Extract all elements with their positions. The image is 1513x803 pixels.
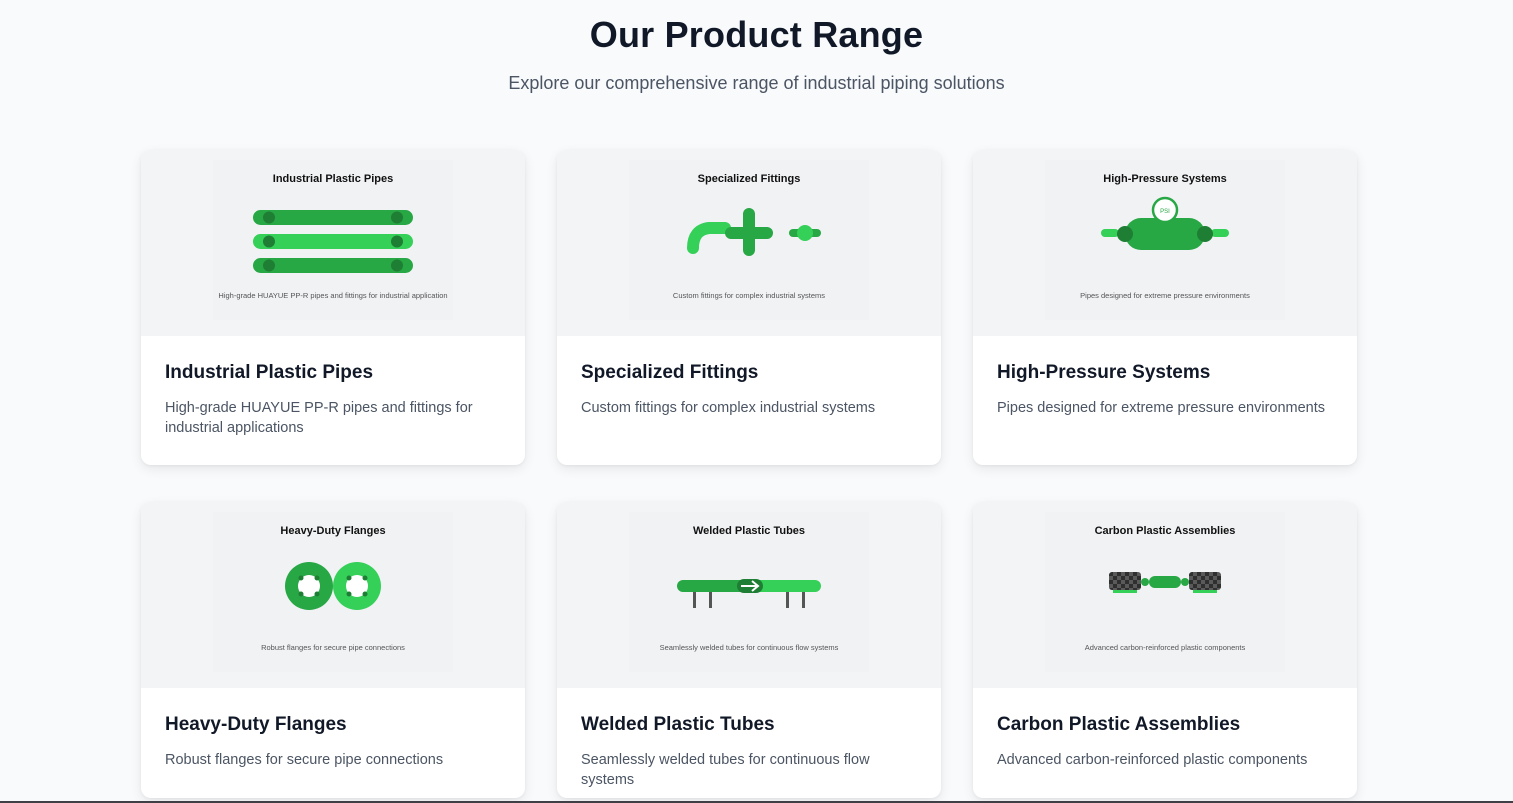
product-card-heavy-duty-flanges[interactable]: Heavy-Duty Flanges Robust flanges for se… bbox=[141, 502, 525, 798]
product-title: Carbon Plastic Assemblies bbox=[997, 714, 1241, 735]
product-image: Carbon Plastic Assemblies Advanced carbo… bbox=[973, 502, 1357, 688]
product-card-welded-plastic-tubes[interactable]: Welded Plastic Tubes Seamlessly welded t… bbox=[557, 502, 941, 798]
product-description: Custom fittings for complex industrial s… bbox=[581, 400, 876, 416]
image-title: Carbon Plastic Assemblies bbox=[1095, 525, 1236, 537]
product-card-industrial-plastic-pipes[interactable]: Industrial Plastic Pipes High-grade HUAY… bbox=[141, 150, 525, 465]
image-title: Welded Plastic Tubes bbox=[693, 525, 805, 537]
product-card-high-pressure-systems[interactable]: High-Pressure Systems PSI Pipes designed… bbox=[973, 150, 1357, 465]
page-subtitle: Explore our comprehensive range of indus… bbox=[508, 73, 1005, 93]
image-caption: Advanced carbon-reinforced plastic compo… bbox=[1085, 643, 1246, 652]
fittings-icon: Specialized Fittings Custom fittings for… bbox=[673, 173, 825, 300]
image-caption: Robust flanges for secure pipe connectio… bbox=[261, 643, 405, 652]
image-title: Industrial Plastic Pipes bbox=[273, 173, 393, 185]
image-caption: High-grade HUAYUE PP-R pipes and fitting… bbox=[218, 291, 447, 300]
image-title: Heavy-Duty Flanges bbox=[280, 525, 385, 537]
welded-tube-icon: Welded Plastic Tubes Seamlessly welded t… bbox=[660, 525, 839, 652]
product-title: Welded Plastic Tubes bbox=[581, 714, 775, 735]
page-title: Our Product Range bbox=[589, 14, 924, 55]
product-description: Pipes designed for extreme pressure envi… bbox=[997, 400, 1326, 416]
product-title: High-Pressure Systems bbox=[997, 362, 1211, 383]
pressure-gauge-icon: High-Pressure Systems PSI Pipes designed… bbox=[1080, 173, 1250, 300]
image-caption: Seamlessly welded tubes for continuous f… bbox=[660, 643, 839, 652]
product-image: Heavy-Duty Flanges Robust flanges for se… bbox=[141, 502, 525, 688]
product-description: Robust flanges for secure pipe connectio… bbox=[165, 752, 444, 768]
product-description: Advanced carbon-reinforced plastic compo… bbox=[997, 752, 1308, 768]
pipes-icon: Industrial Plastic Pipes High-grade HUAY… bbox=[218, 173, 447, 300]
gauge-label: PSI bbox=[1160, 209, 1170, 215]
product-title: Industrial Plastic Pipes bbox=[165, 362, 374, 383]
product-card-specialized-fittings[interactable]: Specialized Fittings Custom fittings for… bbox=[557, 150, 941, 465]
product-image: Specialized Fittings Custom fittings for… bbox=[557, 150, 941, 336]
image-title: High-Pressure Systems bbox=[1103, 173, 1227, 185]
product-image: Industrial Plastic Pipes High-grade HUAY… bbox=[141, 150, 525, 336]
product-image: Welded Plastic Tubes Seamlessly welded t… bbox=[557, 502, 941, 688]
flanges-icon: Heavy-Duty Flanges Robust flanges for se… bbox=[261, 525, 405, 652]
product-title: Specialized Fittings bbox=[581, 362, 759, 383]
image-caption: Pipes designed for extreme pressure envi… bbox=[1080, 291, 1250, 300]
product-description: Seamlessly welded tubes for continuous f… bbox=[581, 752, 870, 788]
product-card-carbon-plastic-assemblies[interactable]: Carbon Plastic Assemblies Advanced carbo… bbox=[973, 502, 1357, 798]
carbon-assembly-icon: Carbon Plastic Assemblies Advanced carbo… bbox=[1085, 525, 1246, 652]
image-caption: Custom fittings for complex industrial s… bbox=[673, 291, 825, 300]
image-title: Specialized Fittings bbox=[698, 173, 801, 185]
product-description: High-grade HUAYUE PP-R pipes and fitting… bbox=[165, 400, 473, 436]
product-title: Heavy-Duty Flanges bbox=[165, 714, 347, 735]
product-image: High-Pressure Systems PSI Pipes designed… bbox=[973, 150, 1357, 336]
